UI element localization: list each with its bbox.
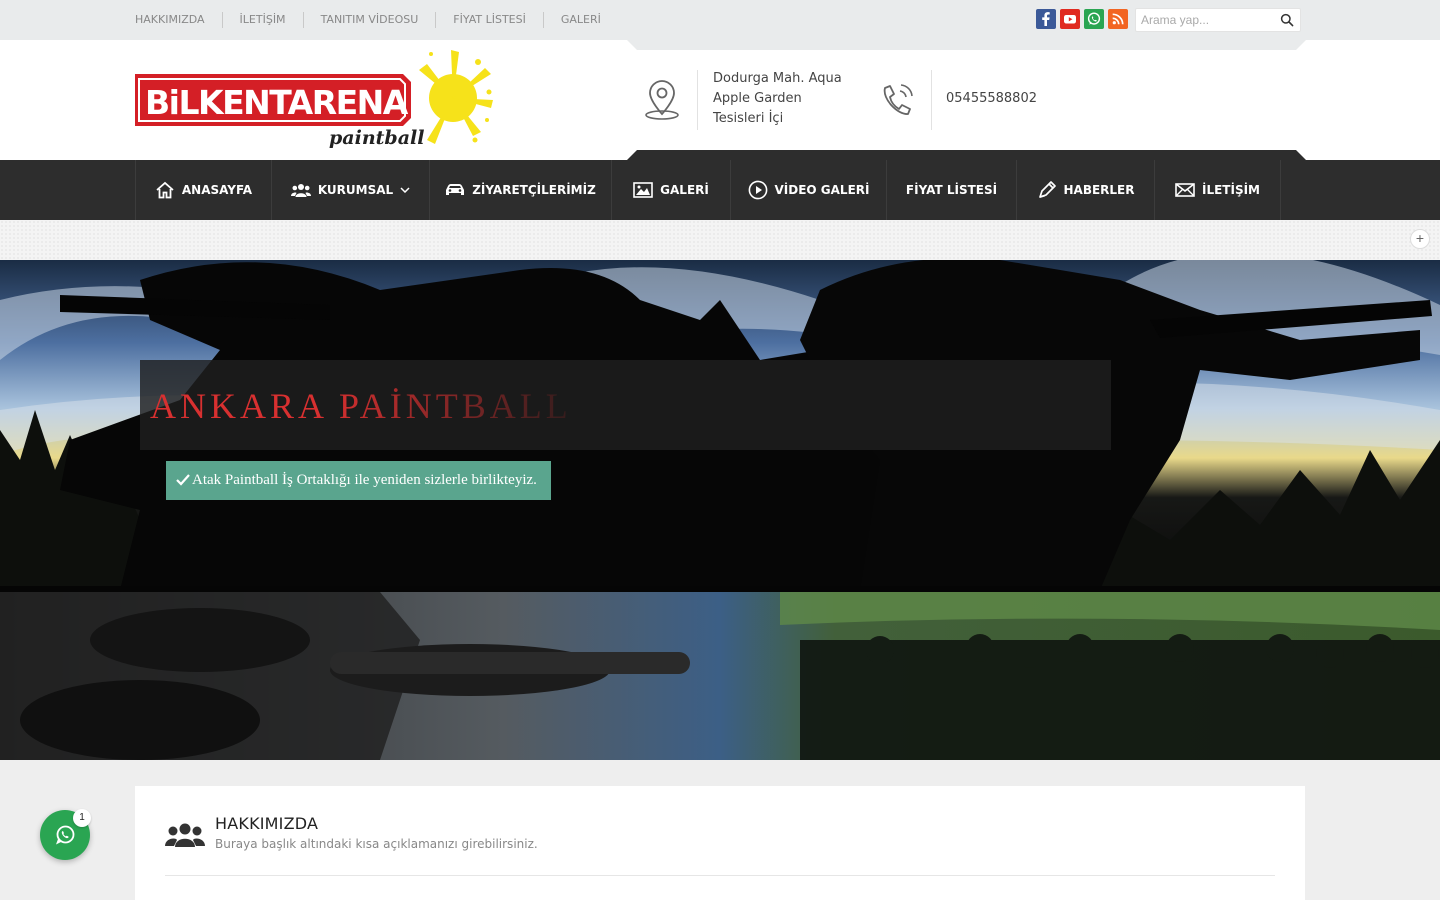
rss-icon[interactable]: [1108, 9, 1128, 29]
car-icon: [446, 184, 465, 195]
search-button[interactable]: [1274, 9, 1300, 31]
main-nav: ANASAYFA KURUMSAL ZİYARETÇİLERİMİZ GALER…: [0, 160, 1440, 220]
header-tab-top: [627, 40, 1306, 50]
nav-item-ziyaretcilerimiz[interactable]: ZİYARETÇİLERİMİZ: [429, 160, 611, 220]
nav-label: GALERİ: [660, 183, 709, 197]
pen-icon: [1038, 181, 1056, 198]
nav-item-video-galeri[interactable]: VİDEO GALERİ: [730, 160, 886, 220]
nav-item-kurumsal[interactable]: KURUMSAL: [271, 160, 429, 220]
youtube-icon[interactable]: [1060, 9, 1080, 29]
section-title: HAKKIMIZDA: [215, 814, 319, 833]
nav-item-haberler[interactable]: HABERLER: [1016, 160, 1154, 220]
site-logo[interactable]: BiLKENTARENA paintball: [135, 48, 495, 152]
social-links: [1036, 9, 1128, 29]
header-tab-bottom: [627, 150, 1306, 160]
search-input[interactable]: [1136, 9, 1274, 31]
search-icon: [1280, 13, 1294, 27]
users-icon: [165, 823, 205, 847]
top-bar: HAKKIMIZDA İLETİŞİM TANITIM VİDEOSU FİYA…: [0, 0, 1440, 40]
logo-tagline: paintball: [329, 127, 424, 149]
hero-image: [0, 260, 1440, 760]
check-icon: [176, 474, 190, 486]
nav-label: KURUMSAL: [317, 183, 394, 197]
slide-subtitle: Atak Paintball İş Ortaklığı ile yeniden …: [192, 472, 537, 488]
logo-text: BiLKENTARENA: [145, 83, 409, 122]
address-text: Dodurga Mah. Aqua Apple Garden Tesisleri…: [713, 71, 842, 126]
slide-subtitle-badge: Atak Paintball İş Ortaklığı ile yeniden …: [166, 461, 551, 500]
home-icon: [156, 181, 174, 199]
hero-slider[interactable]: ANKARA PAİNTBALL Atak Paintball İş Ortak…: [0, 260, 1440, 760]
header-divider: [697, 70, 698, 130]
phone-icon: [883, 84, 913, 115]
facebook-icon[interactable]: [1036, 9, 1056, 29]
nav-item-anasayfa[interactable]: ANASAYFA: [135, 160, 271, 220]
whatsapp-icon[interactable]: [1084, 9, 1104, 29]
top-link-fiyat-listesi[interactable]: FİYAT LİSTESİ: [435, 12, 543, 28]
pattern-strip: [0, 220, 1440, 260]
search-box: [1135, 8, 1301, 32]
section-divider: [165, 875, 1275, 876]
chevron-down-icon: [400, 187, 410, 193]
top-link-tanitim-videosu[interactable]: TANITIM VİDEOSU: [302, 12, 436, 28]
whatsapp-icon: [56, 825, 75, 845]
top-link-iletisim[interactable]: İLETİŞİM: [221, 12, 303, 28]
notification-badge: 1: [73, 809, 91, 827]
mail-icon: [1175, 183, 1195, 197]
nav-label: İLETİŞİM: [1201, 183, 1260, 197]
top-link-galeri[interactable]: GALERİ: [542, 12, 618, 28]
users-icon: [290, 184, 311, 197]
image-icon: [633, 182, 653, 198]
expand-plus-icon[interactable]: +: [1410, 229, 1430, 249]
location-pin-icon: [645, 80, 679, 120]
nav-label: ANASAYFA: [181, 183, 253, 197]
top-link-hakkimizda[interactable]: HAKKIMIZDA: [135, 12, 222, 28]
header-divider: [931, 70, 932, 130]
slide-title: ANKARA PAİNTBALL: [150, 385, 610, 427]
nav-label: VİDEO GALERİ: [774, 183, 870, 197]
nav-item-galeri[interactable]: GALERİ: [611, 160, 730, 220]
nav-label: ZİYARETÇİLERİMİZ: [472, 183, 596, 197]
about-section: HAKKIMIZDA Buraya başlık altındaki kısa …: [135, 786, 1305, 900]
top-links: HAKKIMIZDA İLETİŞİM TANITIM VİDEOSU FİYA…: [135, 0, 618, 40]
play-icon: [748, 180, 767, 200]
section-subtitle: Buraya başlık altındaki kısa açıklamanız…: [215, 837, 538, 851]
phone-number[interactable]: 05455588802: [946, 89, 1037, 109]
nav-item-iletisim[interactable]: İLETİŞİM: [1154, 160, 1281, 220]
nav-label: HABERLER: [1063, 183, 1135, 197]
nav-label: FİYAT LİSTESİ: [905, 183, 998, 197]
nav-item-fiyat-listesi[interactable]: FİYAT LİSTESİ: [886, 160, 1016, 220]
